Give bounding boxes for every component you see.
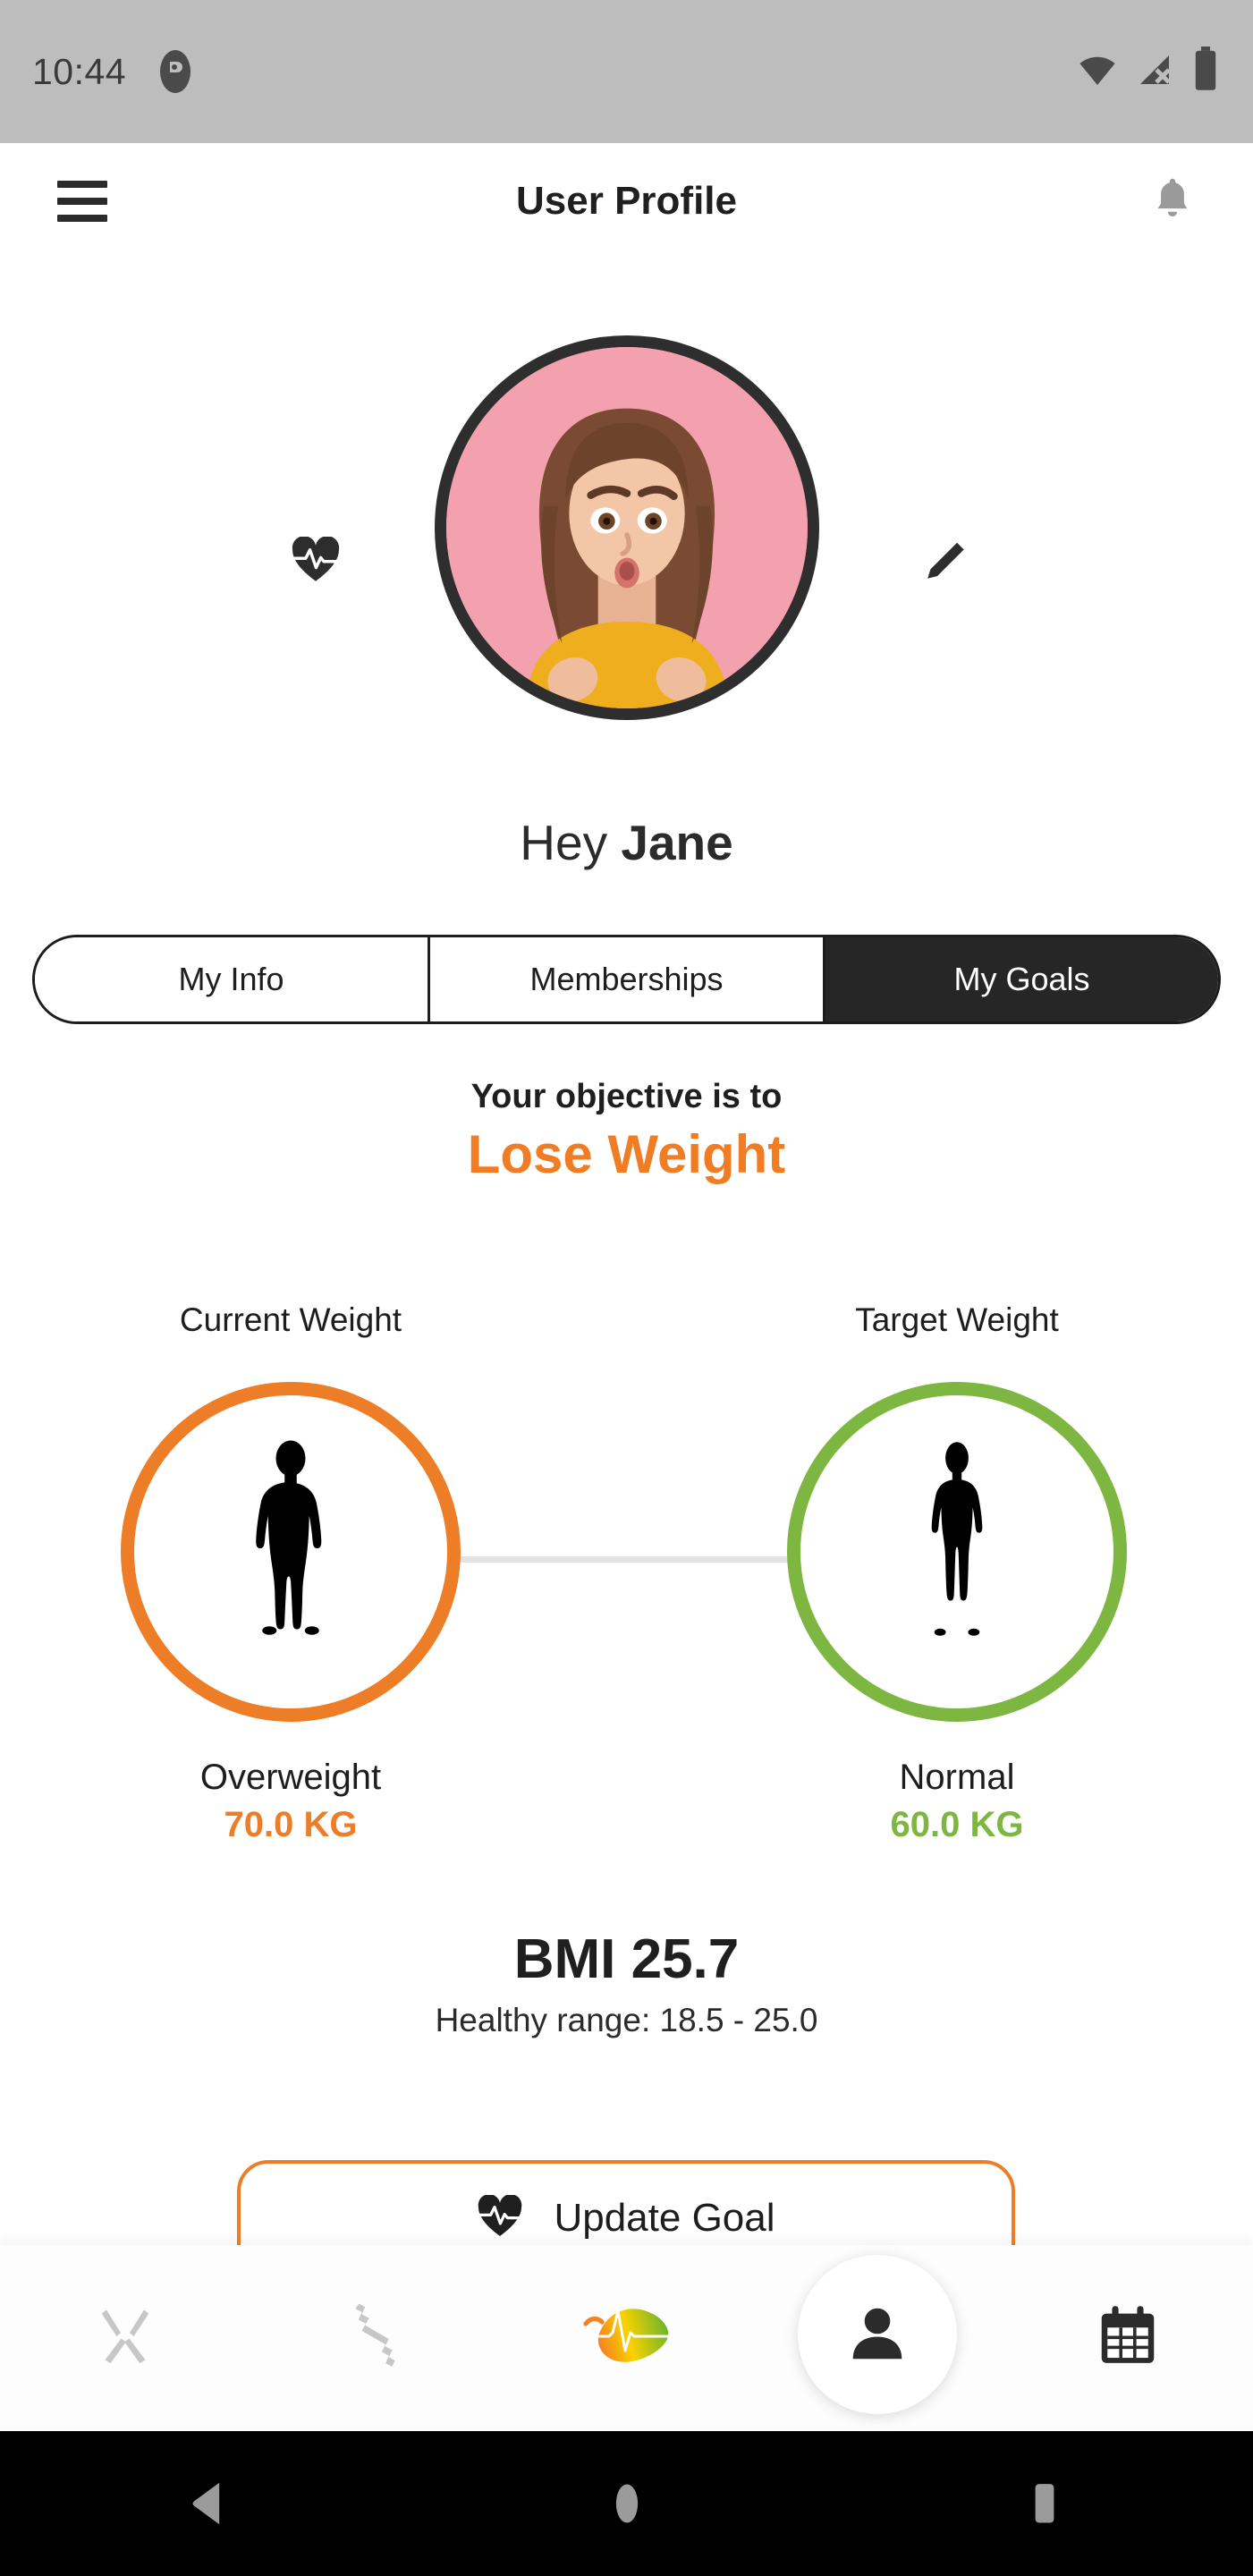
bmi-healthy-range: Healthy range: 18.5 - 25.0 <box>435 2002 818 2038</box>
profile-tab-bar: My Info Memberships My Goals <box>32 935 1221 1024</box>
bell-icon[interactable] <box>1149 174 1196 229</box>
objective-section: Your objective is to Lose Weight <box>0 1078 1253 1185</box>
nav-item-nutrition[interactable] <box>0 2245 250 2431</box>
app-header: User Profile <box>0 143 1253 259</box>
profile-fab[interactable] <box>797 2255 957 2414</box>
edit-pencil-icon[interactable] <box>921 537 969 589</box>
current-weight-status: Overweight <box>199 1758 382 1797</box>
recents-square-icon[interactable] <box>955 2431 1134 2576</box>
bottom-navigation-bar <box>0 2245 1253 2431</box>
android-navigation-bar <box>0 2431 1253 2576</box>
nav-item-profile[interactable] <box>752 2245 1003 2431</box>
greeting-prefix: Hey <box>520 815 622 870</box>
calendar-icon <box>1093 2301 1163 2376</box>
cellular-signal-off-icon <box>1133 48 1176 96</box>
greeting: Hey Jane <box>0 814 1253 871</box>
wifi-icon <box>1076 48 1119 96</box>
current-weight-ring <box>121 1382 461 1722</box>
heart-pulse-icon[interactable] <box>291 536 341 588</box>
dumbbell-icon <box>343 2303 409 2374</box>
tab-my-goals[interactable]: My Goals <box>825 937 1218 1021</box>
status-bar-icons <box>1076 46 1221 97</box>
target-weight-card: Target Weight Normal 60.0 KG <box>707 1301 1207 1845</box>
target-weight-status: Normal <box>899 1758 1015 1797</box>
target-weight-value: 60.0 KG <box>890 1805 1024 1844</box>
objective-label: Your objective is to <box>470 1078 783 1115</box>
bmi-section: BMI 25.7 Healthy range: 18.5 - 25.0 <box>0 1928 1253 2039</box>
heavy-body-silhouette-icon <box>224 1438 358 1666</box>
weight-comparison-section: Current Weight Overweight 70.0 KG Target… <box>0 1301 1253 1928</box>
target-weight-ring <box>787 1382 1127 1722</box>
hamburger-menu-icon[interactable] <box>57 181 107 222</box>
update-goal-label: Update Goal <box>554 2196 775 2240</box>
person-icon <box>842 2298 912 2372</box>
status-bar-clock: 10:44 <box>32 50 127 92</box>
battery-full-icon <box>1190 46 1221 97</box>
cutlery-icon <box>92 2303 158 2374</box>
heart-pulse-icon <box>477 2193 523 2242</box>
bmi-value: BMI 25.7 <box>513 1928 740 1990</box>
greeting-name: Jane <box>621 815 733 870</box>
nav-item-schedule[interactable] <box>1003 2245 1253 2431</box>
current-weight-value: 70.0 KG <box>224 1805 358 1844</box>
tab-memberships[interactable]: Memberships <box>430 937 825 1021</box>
current-weight-card: Current Weight Overweight 70.0 KG <box>40 1301 541 1845</box>
objective-value: Lose Weight <box>467 1124 786 1184</box>
avatar[interactable] <box>434 335 819 720</box>
leaf-pulse-logo-icon <box>580 2299 673 2378</box>
slim-body-silhouette-icon <box>902 1438 1012 1666</box>
home-circle-icon[interactable] <box>538 2431 716 2576</box>
phone-screen: 10:44 User Profile Hey Jane My Info Memb… <box>0 0 1253 2576</box>
app-badge-icon <box>157 48 194 95</box>
target-weight-title: Target Weight <box>855 1301 1059 1338</box>
nav-item-home[interactable] <box>501 2245 751 2431</box>
android-status-bar: 10:44 <box>0 0 1253 143</box>
page-title: User Profile <box>516 179 737 223</box>
nav-item-workout[interactable] <box>250 2245 501 2431</box>
tab-my-info[interactable]: My Info <box>35 937 430 1021</box>
back-triangle-icon[interactable] <box>120 2431 299 2576</box>
current-weight-title: Current Weight <box>179 1301 402 1338</box>
